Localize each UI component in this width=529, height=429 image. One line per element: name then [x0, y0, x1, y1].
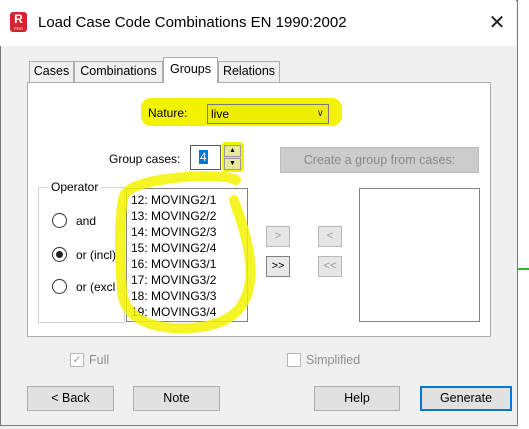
chevron-down-icon: ∨: [316, 108, 324, 119]
list-item[interactable]: 14: MOVING2/3: [127, 224, 247, 240]
list-item[interactable]: 12: MOVING2/1: [127, 192, 247, 208]
create-group-button[interactable]: Create a group from cases:: [280, 147, 479, 173]
nature-dropdown[interactable]: live ∨: [207, 104, 329, 124]
group-listbox[interactable]: [359, 188, 480, 322]
radio-or-incl[interactable]: [52, 247, 67, 262]
tab-groups[interactable]: Groups: [163, 57, 218, 83]
list-item[interactable]: 18: MOVING3/3: [127, 288, 247, 304]
add-all-button[interactable]: >>: [266, 256, 290, 277]
generate-button[interactable]: Generate: [420, 386, 512, 411]
background-window: [518, 0, 529, 429]
tab-combinations[interactable]: Combinations: [74, 61, 163, 82]
spin-down-icon[interactable]: ▼: [224, 158, 241, 170]
group-cases-label: Group cases:: [109, 152, 181, 166]
close-icon[interactable]: ✕: [484, 10, 510, 36]
help-button[interactable]: Help: [314, 386, 400, 411]
list-item[interactable]: 16: MOVING3/1: [127, 256, 247, 272]
radio-or-excl[interactable]: [52, 279, 67, 294]
remove-one-button[interactable]: <: [318, 226, 342, 247]
window-title: Load Case Code Combinations EN 1990:2002: [38, 14, 347, 31]
remove-all-button[interactable]: <<: [318, 256, 342, 277]
radio-and-label: and: [76, 214, 97, 228]
radio-or-incl-label: or (incl): [76, 248, 117, 262]
simplified-label: Simplified: [306, 353, 361, 367]
list-item[interactable]: 17: MOVING3/2: [127, 272, 247, 288]
add-one-button[interactable]: >: [266, 226, 290, 247]
cases-listbox[interactable]: 12: MOVING2/1 13: MOVING2/2 14: MOVING2/…: [126, 188, 248, 322]
spin-up-icon[interactable]: ▲: [224, 145, 241, 157]
group-cases-input[interactable]: 4: [190, 145, 221, 170]
full-checkbox[interactable]: ✓: [70, 353, 84, 367]
radio-and[interactable]: [52, 213, 67, 228]
tab-cases[interactable]: Cases: [29, 61, 74, 82]
note-button[interactable]: Note: [133, 386, 220, 411]
list-item[interactable]: 19: MOVING3/4: [127, 304, 247, 320]
list-item[interactable]: 15: MOVING2/4: [127, 240, 247, 256]
nature-value: live: [211, 107, 230, 121]
operator-title: Operator: [48, 180, 102, 194]
app-logo-icon: R PRO: [10, 12, 27, 32]
background-line: [518, 268, 529, 270]
list-item[interactable]: 13: MOVING2/2: [127, 208, 247, 224]
simplified-checkbox[interactable]: [287, 353, 301, 367]
full-label: Full: [89, 353, 110, 367]
nature-label: Nature:: [148, 106, 188, 120]
radio-or-excl-label: or (excl: [76, 280, 116, 294]
back-button[interactable]: < Back: [27, 386, 114, 411]
tab-relations[interactable]: Relations: [218, 61, 280, 82]
